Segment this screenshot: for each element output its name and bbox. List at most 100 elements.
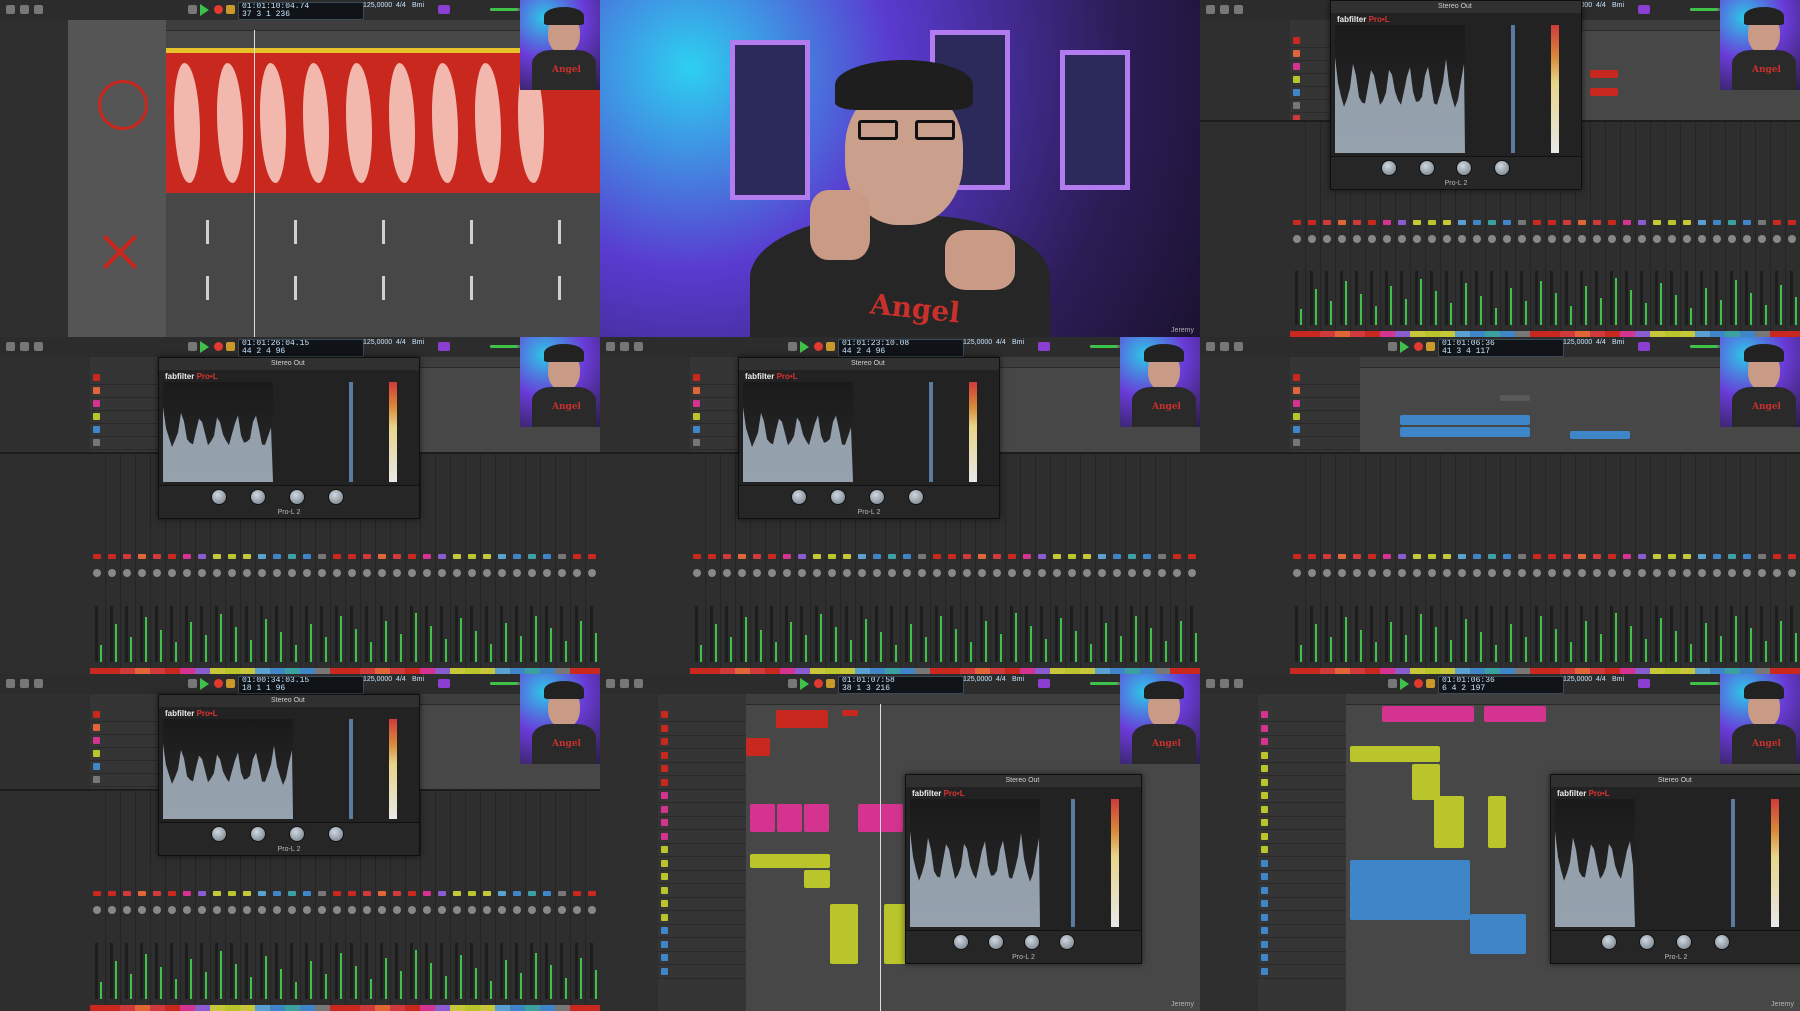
volume-fader[interactable]: [920, 606, 923, 662]
volume-fader[interactable]: [320, 606, 323, 662]
channel-strip[interactable]: [1125, 454, 1141, 674]
smart-tempo-icon[interactable]: [1638, 342, 1650, 351]
plugin-slot[interactable]: [708, 554, 716, 559]
channel-strip[interactable]: [1290, 454, 1306, 674]
plugin-slot[interactable]: [1428, 220, 1436, 225]
volume-fader[interactable]: [1400, 271, 1403, 325]
track-row[interactable]: [1258, 857, 1346, 871]
pan-knob[interactable]: [1758, 569, 1766, 577]
toolbar-button[interactable]: [606, 342, 615, 351]
plugin-slot[interactable]: [1533, 220, 1541, 225]
volume-fader[interactable]: [215, 943, 218, 999]
volume-fader[interactable]: [500, 943, 503, 999]
channel-strip[interactable]: [1095, 454, 1111, 674]
track-row[interactable]: [90, 760, 160, 774]
play-icon[interactable]: [200, 678, 209, 690]
plugin-slot[interactable]: [558, 554, 566, 559]
channel-strip[interactable]: [1680, 454, 1696, 674]
volume-fader[interactable]: [305, 943, 308, 999]
track-row[interactable]: [1290, 423, 1360, 437]
volume-fader[interactable]: [110, 606, 113, 662]
rewind-button[interactable]: [188, 5, 197, 14]
plugin-slot[interactable]: [1038, 554, 1046, 559]
plugin-slot[interactable]: [1068, 554, 1076, 559]
volume-fader[interactable]: [365, 943, 368, 999]
plugin-slot[interactable]: [498, 891, 506, 896]
volume-fader[interactable]: [1775, 606, 1778, 662]
volume-fader[interactable]: [1055, 606, 1058, 662]
channel-strip[interactable]: [1695, 122, 1711, 337]
channel-strip[interactable]: [135, 791, 151, 1011]
volume-fader[interactable]: [1460, 271, 1463, 325]
channel-strip[interactable]: [1440, 454, 1456, 674]
record-icon[interactable]: [1414, 679, 1423, 688]
plugin-slot[interactable]: [1293, 220, 1301, 225]
plugin-slot[interactable]: [1608, 554, 1616, 559]
pan-knob[interactable]: [1593, 569, 1601, 577]
channel-strip[interactable]: [1635, 122, 1651, 337]
play-icon[interactable]: [1400, 678, 1409, 690]
pan-knob[interactable]: [558, 569, 566, 577]
toolbar-button[interactable]: [34, 679, 43, 688]
volume-fader[interactable]: [380, 943, 383, 999]
pan-knob[interactable]: [1383, 569, 1391, 577]
plugin-slot[interactable]: [1383, 554, 1391, 559]
pan-knob[interactable]: [753, 569, 761, 577]
control-knob[interactable]: [1494, 160, 1510, 176]
pan-knob[interactable]: [993, 569, 1001, 577]
channel-strip[interactable]: [1305, 122, 1321, 337]
plugin-slot[interactable]: [963, 554, 971, 559]
pan-knob[interactable]: [1428, 569, 1436, 577]
track-row[interactable]: [1258, 722, 1346, 736]
volume-fader[interactable]: [1745, 271, 1748, 325]
channel-strip[interactable]: [1020, 454, 1036, 674]
volume-fader[interactable]: [1340, 271, 1343, 325]
channel-strip[interactable]: [120, 454, 136, 674]
pan-knob[interactable]: [1728, 235, 1736, 243]
channel-strip[interactable]: [1080, 454, 1096, 674]
volume-fader[interactable]: [575, 606, 578, 662]
track-row[interactable]: [1258, 897, 1346, 911]
pan-knob[interactable]: [513, 569, 521, 577]
volume-fader[interactable]: [1340, 606, 1343, 662]
volume-fader[interactable]: [260, 943, 263, 999]
plugin-slot[interactable]: [108, 891, 116, 896]
channel-strip[interactable]: [1680, 122, 1696, 337]
plugin-slot[interactable]: [723, 554, 731, 559]
volume-fader[interactable]: [1580, 606, 1583, 662]
volume-fader[interactable]: [1130, 606, 1133, 662]
pan-knob[interactable]: [153, 906, 161, 914]
volume-fader[interactable]: [1085, 606, 1088, 662]
toolbar-button[interactable]: [34, 5, 43, 14]
pan-knob[interactable]: [1743, 235, 1751, 243]
pan-knob[interactable]: [1698, 235, 1706, 243]
pan-knob[interactable]: [1563, 569, 1571, 577]
plugin-slot[interactable]: [1638, 554, 1646, 559]
volume-fader[interactable]: [1010, 606, 1013, 662]
volume-fader[interactable]: [845, 606, 848, 662]
track-row[interactable]: [658, 776, 746, 790]
volume-fader[interactable]: [1790, 606, 1793, 662]
pan-knob[interactable]: [1293, 235, 1301, 243]
volume-fader[interactable]: [1505, 271, 1508, 325]
channel-strip[interactable]: [1710, 454, 1726, 674]
volume-fader[interactable]: [545, 943, 548, 999]
plugin-slot[interactable]: [1458, 554, 1466, 559]
plugin-slot[interactable]: [138, 891, 146, 896]
volume-fader[interactable]: [1385, 271, 1388, 325]
volume-fader[interactable]: [1295, 271, 1298, 325]
volume-fader[interactable]: [1520, 271, 1523, 325]
toolbar-button[interactable]: [1206, 679, 1215, 688]
midi-region[interactable]: [1488, 796, 1506, 848]
pan-knob[interactable]: [198, 906, 206, 914]
track-row[interactable]: [1258, 735, 1346, 749]
toolbar-button[interactable]: [634, 342, 643, 351]
plugin-slot[interactable]: [438, 554, 446, 559]
volume-fader[interactable]: [470, 943, 473, 999]
pan-knob[interactable]: [138, 906, 146, 914]
track-row[interactable]: [1258, 924, 1346, 938]
volume-fader[interactable]: [1355, 271, 1358, 325]
midi-region[interactable]: [804, 870, 830, 888]
pan-knob[interactable]: [273, 569, 281, 577]
pan-knob[interactable]: [498, 569, 506, 577]
